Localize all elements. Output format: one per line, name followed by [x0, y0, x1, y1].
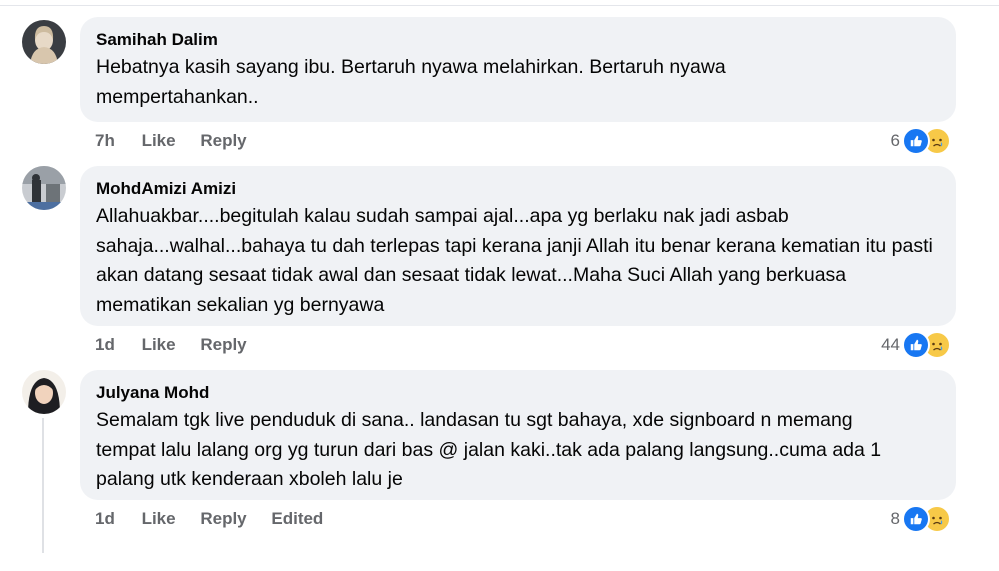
avatar[interactable] — [22, 370, 66, 414]
like-icon — [902, 331, 930, 359]
comment-actions: 1d Like Reply — [95, 335, 267, 355]
reaction-summary[interactable]: 8 — [891, 505, 951, 533]
avatar[interactable] — [22, 20, 66, 64]
comment-timestamp[interactable]: 1d — [95, 335, 115, 355]
reaction-summary[interactable]: 6 — [891, 127, 951, 155]
like-button[interactable]: Like — [142, 131, 176, 151]
reply-button[interactable]: Reply — [200, 335, 246, 355]
like-button[interactable]: Like — [142, 509, 176, 529]
reaction-summary[interactable]: 44 — [881, 331, 951, 359]
comment-actions: 1d Like Reply Edited — [95, 509, 343, 529]
avatar[interactable] — [22, 166, 66, 210]
reaction-count: 6 — [890, 131, 900, 150]
edited-label[interactable]: Edited — [271, 509, 323, 529]
comment-timestamp[interactable]: 7h — [95, 131, 115, 151]
reply-button[interactable]: Reply — [200, 131, 246, 151]
comment-text: Allahuakbar....begitulah kalau sudah sam… — [96, 205, 933, 316]
comment-text: Hebatnya kasih sayang ibu. Bertaruh nyaw… — [96, 56, 726, 108]
comment-bubble: Julyana Mohd Semalam tgk live penduduk d… — [80, 370, 956, 500]
comment-text: Semalam tgk live penduduk di sana.. land… — [96, 409, 882, 490]
comment-author[interactable]: Samihah Dalim — [96, 29, 938, 51]
reaction-count: 8 — [890, 509, 900, 528]
like-icon — [902, 505, 930, 533]
comment-bubble: Samihah Dalim Hebatnya kasih sayang ibu.… — [80, 17, 956, 122]
comment-bubble: MohdAmizi Amizi Allahuakbar....begitulah… — [80, 166, 956, 326]
reply-button[interactable]: Reply — [200, 509, 246, 529]
comment-actions: 7h Like Reply — [95, 131, 267, 151]
reply-thread-line — [42, 418, 44, 553]
comment-author[interactable]: MohdAmizi Amizi — [96, 178, 938, 200]
like-button[interactable]: Like — [142, 335, 176, 355]
reaction-count: 44 — [881, 335, 900, 354]
divider — [0, 5, 999, 6]
like-icon — [902, 127, 930, 155]
comment-author[interactable]: Julyana Mohd — [96, 382, 938, 404]
comment-timestamp[interactable]: 1d — [95, 509, 115, 529]
